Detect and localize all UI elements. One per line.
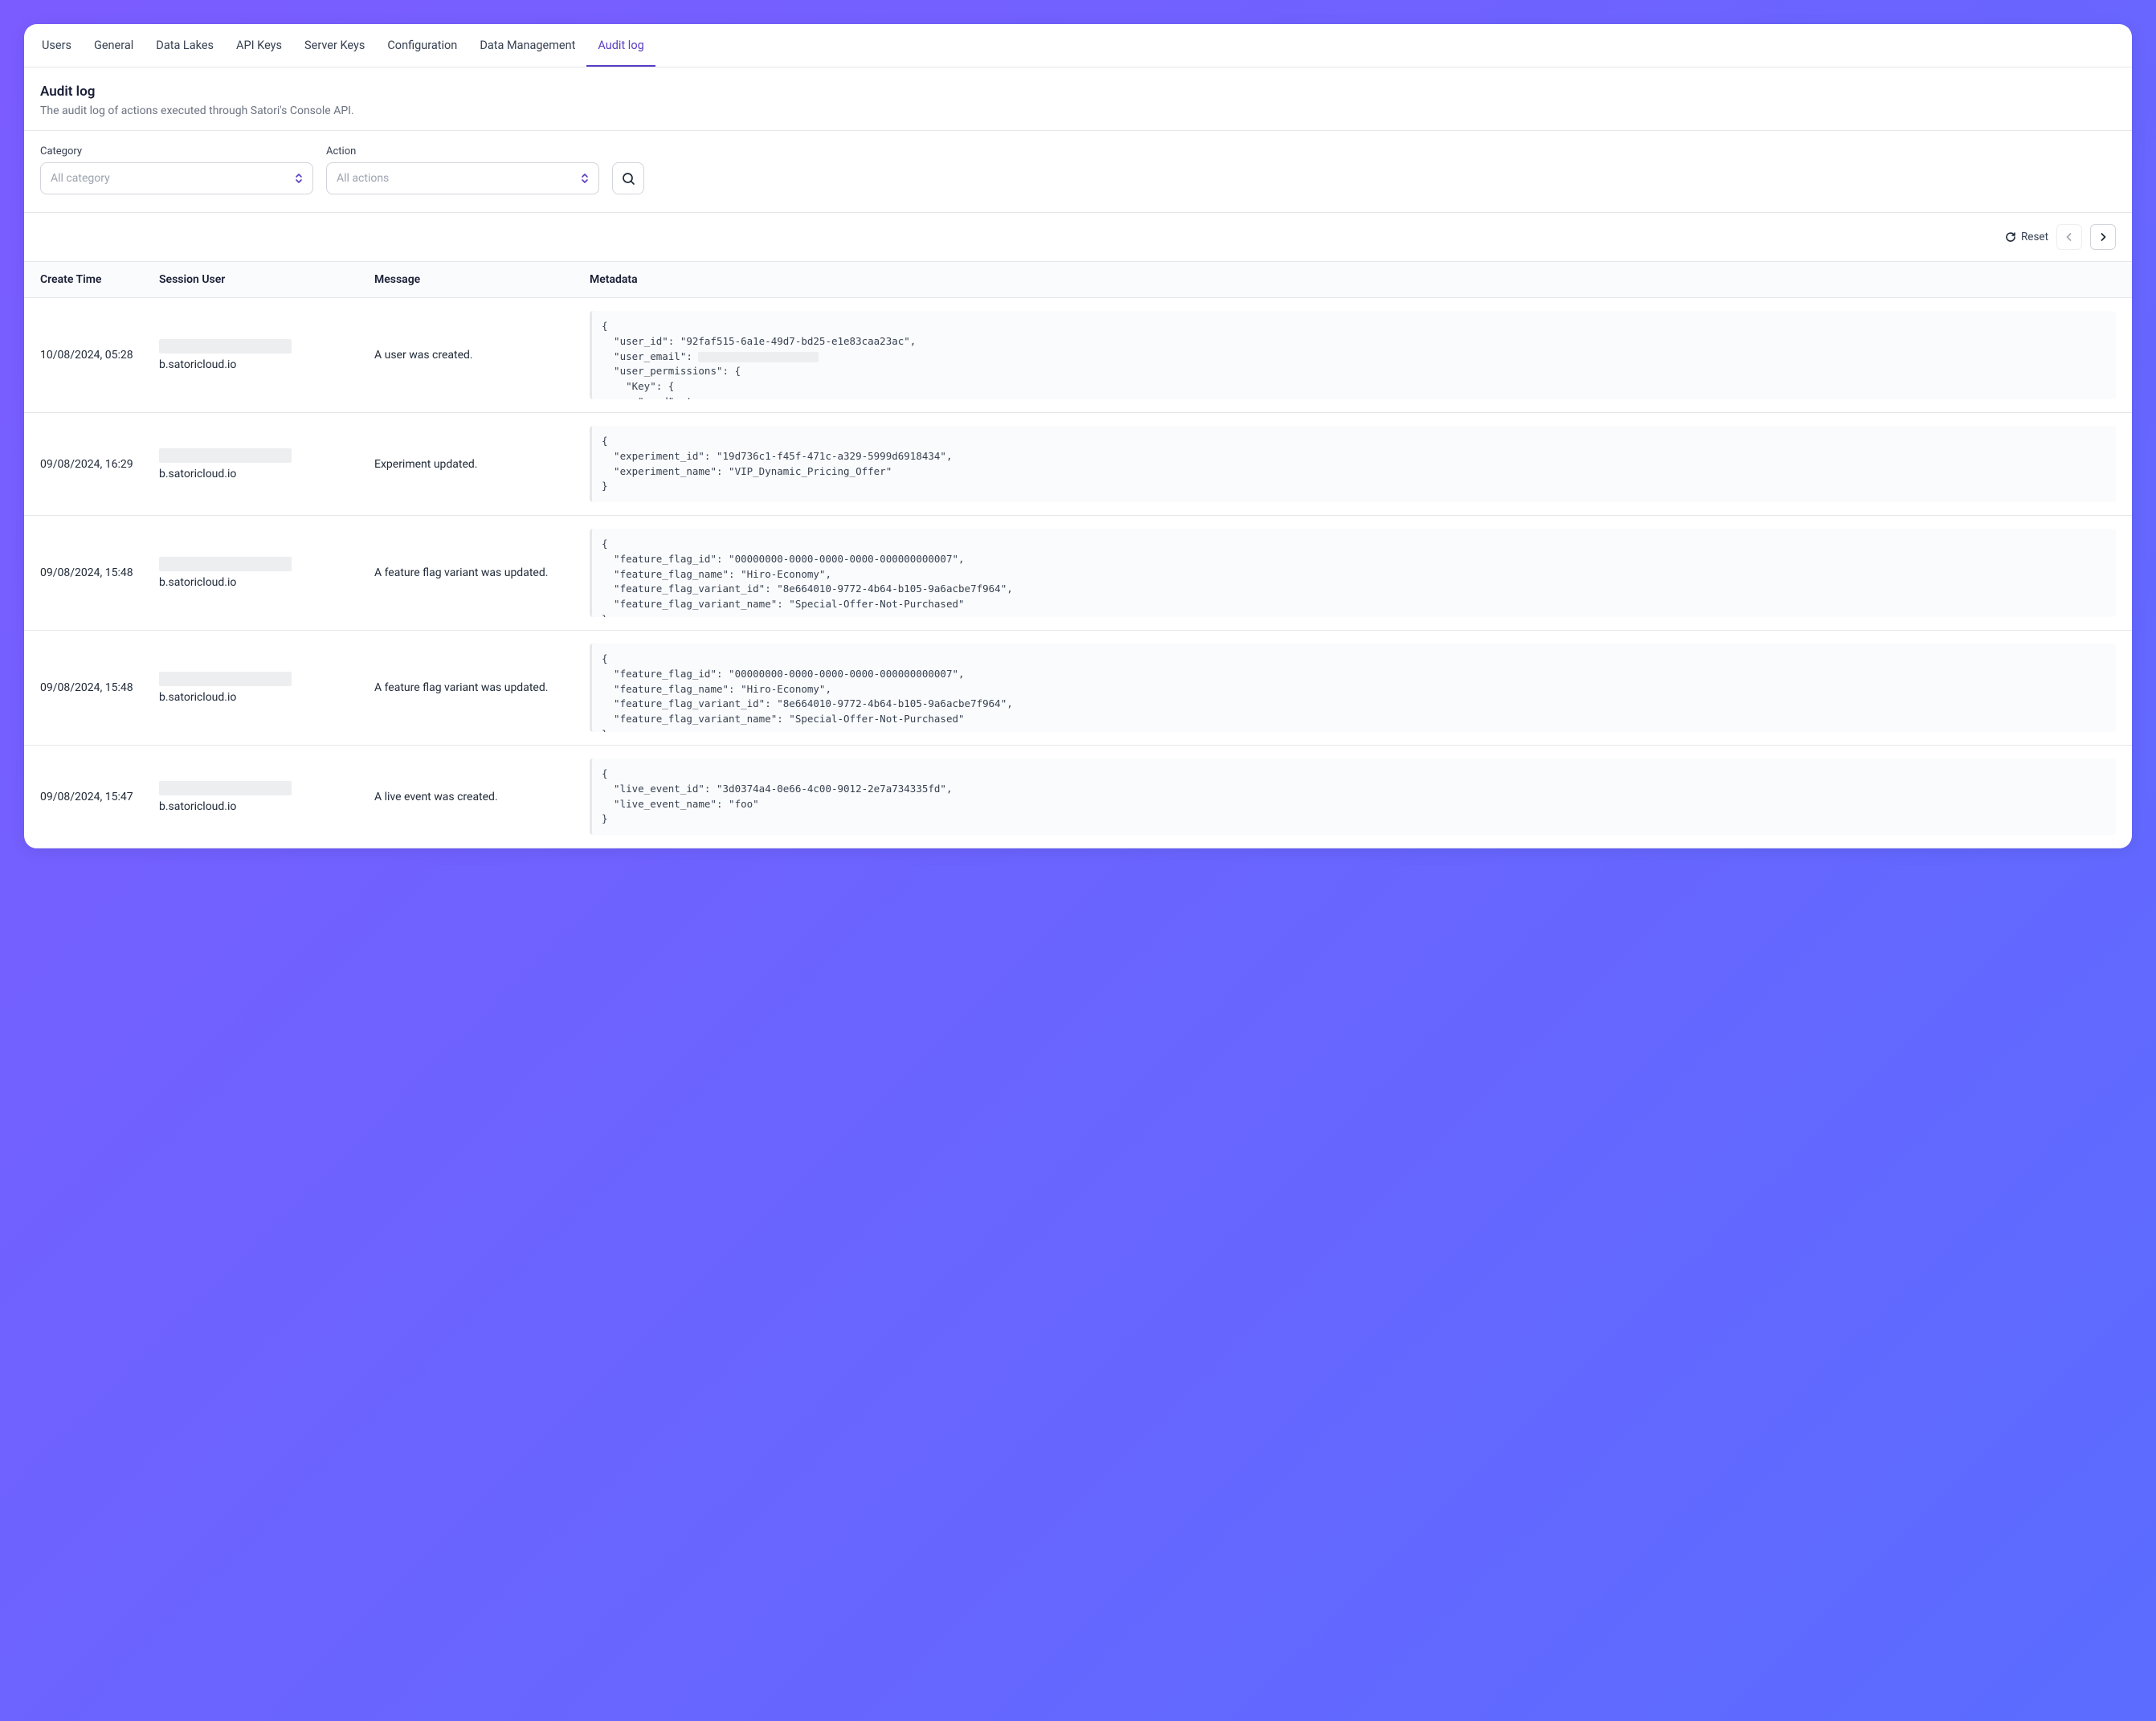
cell-metadata: { "feature_flag_id": "00000000-0000-0000… [590,529,2116,617]
user-domain: b.satoricloud.io [159,468,236,480]
cell-metadata: { "feature_flag_id": "00000000-0000-0000… [590,644,2116,732]
chevron-updown-icon [295,173,303,184]
prev-page-button[interactable] [2056,224,2082,250]
tab-api-keys[interactable]: API Keys [225,24,293,67]
cell-session-user: b.satoricloud.io [159,781,368,813]
tab-bar: Users General Data Lakes API Keys Server… [24,24,2132,67]
action-filter-group: Action All actions [326,145,599,194]
action-label: Action [326,145,599,157]
filter-bar: Category All category Action All actions [24,131,2132,213]
redacted-user [159,672,292,686]
cell-message: Experiment updated. [374,458,583,471]
col-session-user: Session User [159,273,368,286]
tab-server-keys[interactable]: Server Keys [293,24,376,67]
page-subtitle: The audit log of actions executed throug… [40,104,2116,117]
tab-configuration[interactable]: Configuration [376,24,468,67]
chevron-left-icon [2064,232,2074,242]
cell-message: A feature flag variant was updated. [374,681,583,694]
reset-label: Reset [2021,231,2048,243]
cell-message: A user was created. [374,349,583,362]
tab-users[interactable]: Users [31,24,83,67]
table-row: 09/08/2024, 15:48 b.satoricloud.io A fea… [24,516,2132,631]
cell-create-time: 09/08/2024, 15:48 [40,681,153,694]
main-card: Users General Data Lakes API Keys Server… [24,24,2132,848]
search-icon [622,172,635,186]
category-select[interactable]: All category [40,162,313,194]
table-toolbar: Reset [24,213,2132,261]
table-row: 09/08/2024, 15:48 b.satoricloud.io A fea… [24,631,2132,746]
user-domain: b.satoricloud.io [159,691,236,704]
category-filter-group: Category All category [40,145,313,194]
table-row: 10/08/2024, 05:28 b.satoricloud.io A use… [24,298,2132,413]
col-metadata: Metadata [590,273,2116,286]
reset-button[interactable]: Reset [2005,231,2048,243]
category-placeholder: All category [51,172,110,185]
search-button[interactable] [612,162,644,194]
action-select[interactable]: All actions [326,162,599,194]
user-domain: b.satoricloud.io [159,358,236,371]
cell-create-time: 09/08/2024, 16:29 [40,458,153,471]
col-message: Message [374,273,583,286]
cell-metadata: { "live_event_id": "3d0374a4-0e66-4c00-9… [590,758,2116,835]
category-label: Category [40,145,313,157]
cell-session-user: b.satoricloud.io [159,339,368,371]
cell-create-time: 09/08/2024, 15:47 [40,791,153,803]
tab-data-lakes[interactable]: Data Lakes [145,24,225,67]
table-row: 09/08/2024, 15:47 b.satoricloud.io A liv… [24,746,2132,848]
user-domain: b.satoricloud.io [159,576,236,589]
cell-message: A feature flag variant was updated. [374,566,583,579]
tab-data-management[interactable]: Data Management [468,24,586,67]
cell-message: A live event was created. [374,791,583,803]
action-placeholder: All actions [337,172,389,185]
redacted-user [159,339,292,354]
chevron-updown-icon [581,173,589,184]
cell-metadata: { "user_id": "92faf515-6a1e-49d7-bd25-e1… [590,311,2116,399]
page-title: Audit log [40,84,2116,100]
redacted-value [698,352,819,362]
col-create-time: Create Time [40,273,153,286]
redacted-user [159,557,292,571]
next-page-button[interactable] [2090,224,2116,250]
cell-session-user: b.satoricloud.io [159,557,368,589]
cell-metadata: { "experiment_id": "19d736c1-f45f-471c-a… [590,426,2116,502]
chevron-right-icon [2098,232,2108,242]
cell-create-time: 10/08/2024, 05:28 [40,349,153,362]
refresh-icon [2005,231,2016,243]
cell-session-user: b.satoricloud.io [159,448,368,480]
redacted-user [159,448,292,463]
tab-general[interactable]: General [83,24,145,67]
user-domain: b.satoricloud.io [159,800,236,813]
table-header: Create Time Session User Message Metadat… [24,261,2132,298]
table-row: 09/08/2024, 16:29 b.satoricloud.io Exper… [24,413,2132,516]
tab-audit-log[interactable]: Audit log [586,24,655,67]
redacted-user [159,781,292,795]
section-header: Audit log The audit log of actions execu… [24,67,2132,131]
cell-create-time: 09/08/2024, 15:48 [40,566,153,579]
cell-session-user: b.satoricloud.io [159,672,368,704]
